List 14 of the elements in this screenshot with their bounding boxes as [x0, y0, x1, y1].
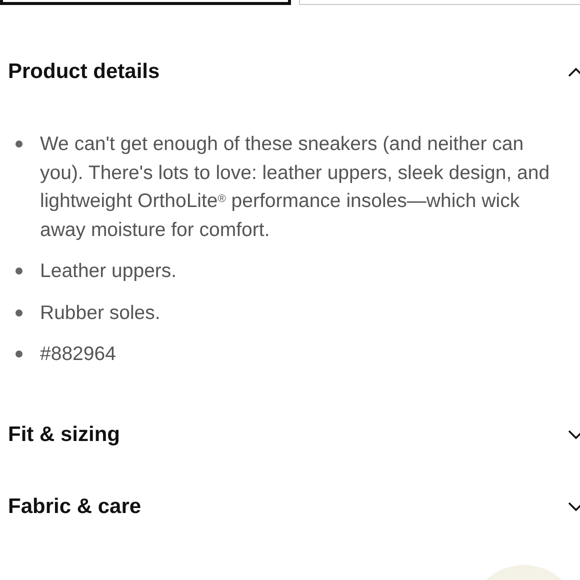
- section-header[interactable]: Fit & sizing: [8, 414, 580, 454]
- chevron-down-icon: [568, 502, 580, 512]
- bullet-icon: [15, 267, 23, 275]
- detail-text: #882964: [40, 342, 117, 367]
- section-header[interactable]: Fabric & care: [8, 486, 580, 526]
- detail-text: Leather uppers.: [40, 259, 178, 284]
- detail-text: Rubber soles.: [40, 300, 162, 326]
- detail-text: We can't get enough of these sneakers (and neither can you). There's lots to love: leather uppers, sleek design, and lightweight OrthoLite$^{®}$ performance insoles—which wick away moisture for comfort.: [40, 132, 551, 242]
- bullet-icon: [15, 350, 23, 358]
- bullet-icon: [15, 140, 23, 148]
- chevron-down-icon: [568, 430, 580, 440]
- bullet-icon: [15, 308, 23, 316]
- chevron-up-icon: [568, 67, 580, 77]
- section-header[interactable]: Product details: [8, 52, 580, 92]
